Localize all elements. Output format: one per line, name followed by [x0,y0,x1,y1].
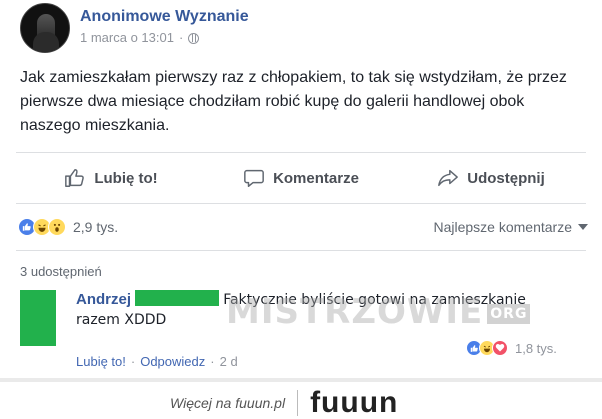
post-text: Jak zamieszkałam pierwszy raz z chłopaki… [20,69,567,134]
like-label: Lubię to! [94,169,158,187]
comment-age[interactable]: 2 d [220,354,238,369]
love-reaction-icon [492,340,508,356]
post-date[interactable]: 1 marca o 13:01 [80,29,174,47]
page-name[interactable]: Anonimowe Wyznanie [80,7,249,27]
share-label: Udostępnij [467,169,545,187]
more-link[interactable]: Więcej na fuuun.pl [170,395,285,411]
like-button[interactable]: Lubię to! [16,155,206,201]
post-card: Anonimowe Wyznanie 1 marca o 13:01 · Jak… [0,0,602,378]
footer: Więcej na fuuun.pl fuuun [0,378,602,419]
comment-button[interactable]: Komentarze [206,155,396,201]
reaction-icons[interactable] [18,218,66,236]
globe-icon[interactable] [188,32,200,44]
watermark: MISTRZOWIE ORG [226,292,531,332]
post-header: Anonimowe Wyznanie 1 marca o 13:01 · [20,0,249,56]
divider [16,203,586,204]
thumbs-up-icon [65,169,85,187]
link-separator: · [130,354,136,369]
share-arrow-icon [438,169,459,187]
comment-reaction-count: 1,8 tys. [515,340,557,356]
comment-like-link[interactable]: Lubię to! [76,354,126,369]
comment-label: Komentarze [273,169,359,187]
footer-divider [297,390,299,416]
redacted-name-bar [135,290,220,306]
share-button[interactable]: Udostępnij [396,155,586,201]
link-separator: · [210,354,215,369]
commenter-avatar[interactable] [20,290,56,346]
divider [16,152,586,153]
post-meta: 1 marca o 13:01 · [80,29,249,47]
comment-reactions[interactable]: 1,8 tys. [466,340,557,356]
meta-separator: · [178,30,184,45]
comment-actions: Lubię to! · Odpowiedz · 2 d [76,354,238,369]
footer-inner: Więcej na fuuun.pl fuuun [170,388,398,418]
page-avatar[interactable] [20,3,70,53]
comment-reply-link[interactable]: Odpowiedz [140,354,205,369]
divider [16,250,586,251]
action-bar: Lubię to! Komentarze Udostępnij [16,155,586,201]
brand-logo[interactable]: fuuun [310,388,398,418]
caret-down-icon [578,224,588,230]
share-count[interactable]: 3 udostępnień [20,264,102,279]
comment-sort-dropdown[interactable]: Najlepsze komentarze [433,219,588,235]
page-info: Anonimowe Wyznanie 1 marca o 13:01 · [80,7,249,47]
comment-author[interactable]: Andrzej [76,291,131,308]
comment-sort-label: Najlepsze komentarze [433,219,572,235]
reaction-count[interactable]: 2,9 tys. [73,219,118,235]
comment-icon [244,169,264,187]
reactions-row: 2,9 tys. Najlepsze komentarze [18,214,588,240]
watermark-badge: ORG [487,303,531,324]
watermark-text: MISTRZOWIE [226,292,484,332]
wow-reaction-icon [48,218,66,236]
